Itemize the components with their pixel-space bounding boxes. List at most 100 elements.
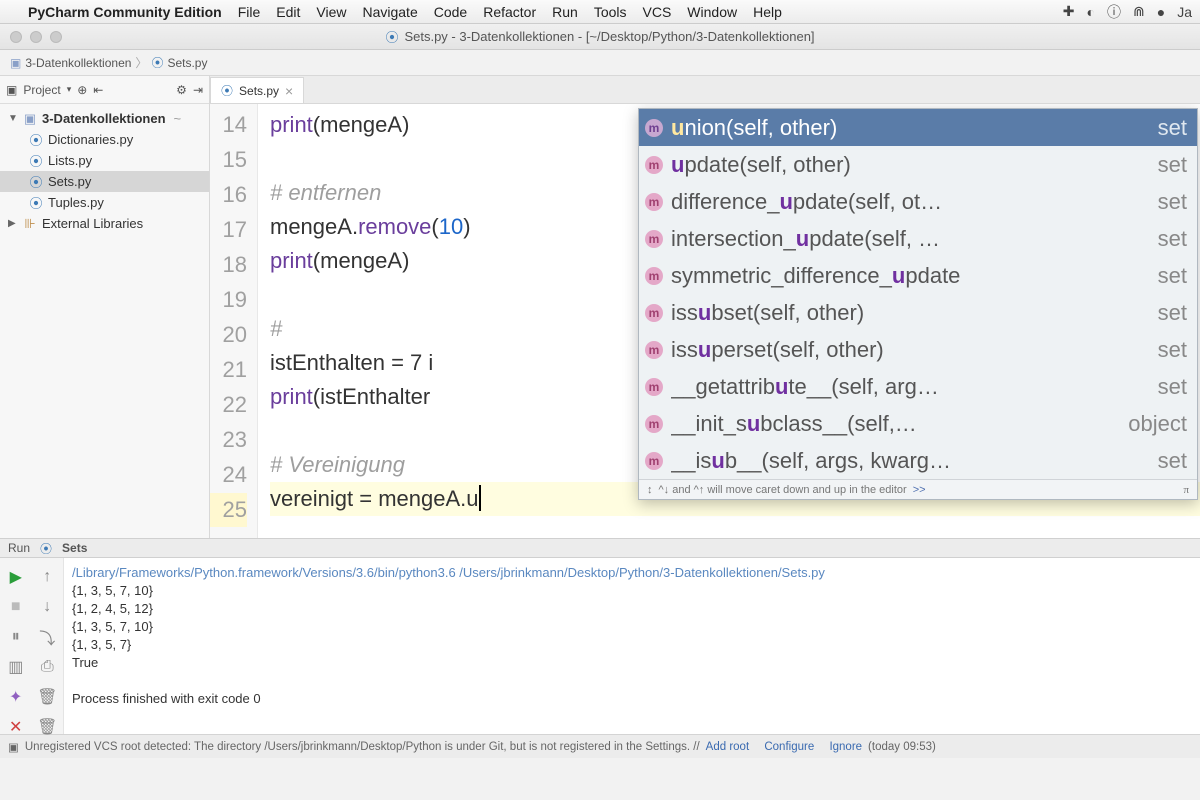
menu-code[interactable]: Code — [434, 4, 467, 20]
menu-navigate[interactable]: Navigate — [362, 4, 417, 20]
breadcrumb-file[interactable]: Sets.py — [167, 56, 207, 70]
tree-file-label: Tuples.py — [48, 195, 104, 210]
text-caret — [479, 485, 481, 511]
dropdown-arrow-icon[interactable]: ▾ — [67, 84, 72, 95]
pi-icon[interactable]: π — [1183, 473, 1189, 507]
editor: ⦿ Sets.py × 14 15 16 17 18 19 20 21 22 2… — [210, 76, 1200, 538]
statusbar-link-ignore[interactable]: Ignore — [829, 741, 862, 753]
autocomplete-hint-link[interactable]: >> — [913, 473, 926, 507]
menubar-appname[interactable]: PyCharm Community Edition — [28, 4, 222, 20]
method-badge-icon: m — [645, 452, 663, 470]
status-icon[interactable]: ⋒ — [1133, 3, 1145, 20]
project-sidebar: ▣ Project ▾ ⊕ ⇤ ⚙ ⇥ ▼ ▣ 3-Datenkollektio… — [0, 76, 210, 538]
tree-external-libs[interactable]: ▶ ⊪ External Libraries — [0, 213, 209, 234]
folder-icon: ▣ — [22, 111, 38, 127]
expand-arrow-icon[interactable]: ▶ — [8, 218, 18, 229]
method-badge-icon: m — [645, 193, 663, 211]
console-output[interactable]: /Library/Frameworks/Python.framework/Ver… — [64, 558, 1200, 734]
project-tool-label[interactable]: Project — [23, 83, 60, 97]
expand-arrow-icon[interactable]: ▼ — [8, 113, 18, 124]
statusbar: ▣ Unregistered VCS root detected: The di… — [0, 734, 1200, 758]
menu-run[interactable]: Run — [552, 4, 578, 20]
tree-root-label: 3-Datenkollektionen — [42, 111, 166, 126]
statusbar-link-configure[interactable]: Configure — [764, 741, 814, 753]
tree-root[interactable]: ▼ ▣ 3-Datenkollektionen ~ — [0, 108, 209, 129]
status-icon[interactable]: ✚ — [1063, 3, 1075, 20]
run-config-name: Sets — [62, 541, 87, 555]
method-badge-icon: m — [645, 230, 663, 248]
python-file-icon: ⦿ — [40, 540, 52, 557]
play-icon[interactable]: ▶ — [10, 567, 22, 587]
status-icon[interactable]: ◐ — [1087, 4, 1095, 20]
method-badge-icon: m — [645, 156, 663, 174]
statusbar-link-addroot[interactable]: Add root — [706, 741, 749, 753]
pause-icon[interactable]: ⏸ — [12, 628, 20, 646]
menu-tools[interactable]: Tools — [594, 4, 627, 20]
hint-arrow-icon: ↕ — [647, 473, 653, 507]
autocomplete-item[interactable]: missubset(self, other)set — [639, 294, 1197, 331]
layout-icon[interactable]: ▥ — [8, 657, 23, 677]
autocomplete-item[interactable]: mupdate(self, other)set — [639, 146, 1197, 183]
window-title: Sets.py - 3-Datenkollektionen - [~/Deskt… — [404, 29, 814, 44]
tree-root-path-ellipsis: ~ — [174, 111, 182, 126]
autocomplete-item[interactable]: mdifference_update(self, ot…set — [639, 183, 1197, 220]
collapse-icon[interactable]: ⇤ — [93, 83, 103, 97]
close-icon[interactable]: × — [285, 83, 293, 99]
tree-external-label: External Libraries — [42, 216, 143, 231]
run-toolwindow: ▶ ↑ ■ ↓ ⏸ ⤵ ▥ ⎙ ✦ 🗑 ✕ 🗑 /Library/Frameworks/Py… — [0, 558, 1200, 734]
method-badge-icon: m — [645, 341, 663, 359]
wrap-icon[interactable]: ⤵ — [39, 625, 55, 649]
python-file-icon: ⦿ — [385, 27, 398, 46]
menu-edit[interactable]: Edit — [276, 4, 300, 20]
autocomplete-item[interactable]: msymmetric_difference_updateset — [639, 257, 1197, 294]
menu-file[interactable]: File — [238, 4, 261, 20]
statusbar-time: (today 09:53) — [868, 741, 936, 753]
close-icon[interactable]: ✕ — [9, 717, 22, 737]
run-label: Run — [8, 541, 30, 555]
run-toolwindow-header[interactable]: Run ⦿ Sets — [0, 538, 1200, 558]
autocomplete-item[interactable]: missuperset(self, other)set — [639, 331, 1197, 368]
tree-file[interactable]: ⦿Dictionaries.py — [0, 129, 209, 150]
target-icon[interactable]: ⊕ — [77, 83, 87, 97]
method-badge-icon: m — [645, 378, 663, 396]
menu-help[interactable]: Help — [753, 4, 782, 20]
tree-file[interactable]: ⦿Tuples.py — [0, 192, 209, 213]
status-icon[interactable]: ⓘ — [1107, 2, 1121, 22]
python-file-icon: ⦿ — [151, 54, 163, 71]
editor-tabbar: ⦿ Sets.py × — [210, 76, 1200, 104]
autocomplete-item[interactable]: munion(self, other)set — [639, 109, 1197, 146]
menu-refactor[interactable]: Refactor — [483, 4, 536, 20]
stop-icon[interactable]: ■ — [11, 598, 21, 616]
autocomplete-item[interactable]: mintersection_update(self, …set — [639, 220, 1197, 257]
menu-window[interactable]: Window — [687, 4, 737, 20]
method-badge-icon: m — [645, 415, 663, 433]
window-traffic-lights[interactable] — [10, 31, 62, 43]
print-icon[interactable]: ⎙ — [41, 658, 54, 676]
hide-icon[interactable]: ⇥ — [193, 83, 203, 97]
editor-tab[interactable]: ⦿ Sets.py × — [210, 77, 304, 103]
up-icon[interactable]: ↑ — [43, 568, 51, 586]
trash-icon[interactable]: 🗑 — [37, 687, 57, 707]
code-area[interactable]: print(mengeA) # entfernen mengeA.remove(… — [258, 104, 1200, 538]
project-tool-icon[interactable]: ▣ — [6, 83, 17, 97]
breadcrumb-folder[interactable]: 3-Datenkollektionen — [25, 56, 131, 70]
trash-icon[interactable]: 🗑 — [37, 717, 57, 737]
menu-view[interactable]: View — [316, 4, 346, 20]
run-gutter: ▶ ↑ ■ ↓ ⏸ ⤵ ▥ ⎙ ✦ 🗑 ✕ 🗑 — [0, 558, 64, 734]
statusbar-icon[interactable]: ▣ — [8, 740, 19, 754]
autocomplete-item[interactable]: m__init_subclass__(self,…object — [639, 405, 1197, 442]
tree-file-selected[interactable]: ⦿Sets.py — [0, 171, 209, 192]
gear-icon[interactable]: ⚙ — [176, 83, 187, 97]
pin-icon[interactable]: ✦ — [9, 687, 22, 707]
autocomplete-item[interactable]: m__getattribute__(self, arg…set — [639, 368, 1197, 405]
tree-file-label: Lists.py — [48, 153, 92, 168]
library-icon: ⊪ — [22, 216, 38, 232]
menu-vcs[interactable]: VCS — [643, 4, 672, 20]
down-icon[interactable]: ↓ — [43, 598, 51, 616]
status-clock[interactable]: Ja — [1177, 4, 1192, 20]
project-tree: ▼ ▣ 3-Datenkollektionen ~ ⦿Dictionaries.… — [0, 104, 209, 238]
tree-file[interactable]: ⦿Lists.py — [0, 150, 209, 171]
method-badge-icon: m — [645, 119, 663, 137]
status-icon[interactable]: ● — [1157, 4, 1165, 20]
line-gutter: 14 15 16 17 18 19 20 21 22 23 24 25 — [210, 104, 258, 538]
